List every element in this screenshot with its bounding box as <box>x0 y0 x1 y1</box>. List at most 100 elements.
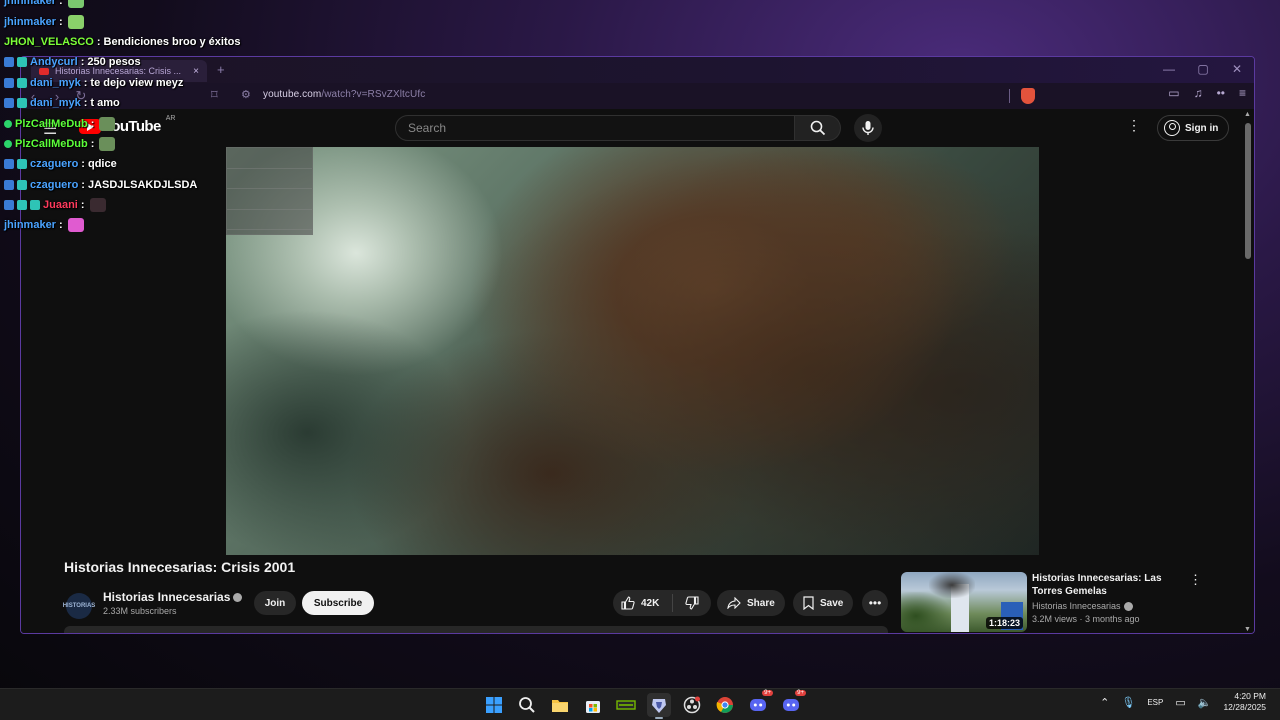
video-player[interactable] <box>226 147 1039 555</box>
search-placeholder: Search <box>408 121 447 135</box>
like-dislike-group: 42K <box>613 590 711 616</box>
save-playlist-icon <box>803 596 814 610</box>
notification-badge: 9+ <box>762 690 773 696</box>
recommended-meta: 3.2M views · 3 months ago <box>1032 614 1140 624</box>
tray-overflow-icon[interactable]: ⌃ <box>1100 696 1109 709</box>
chat-username[interactable]: jhinmaker <box>4 0 56 7</box>
like-count: 42K <box>641 597 660 609</box>
search-input[interactable]: Search <box>395 115 795 141</box>
dislike-button[interactable] <box>673 596 711 610</box>
channel-name[interactable]: Historias Innecesarias <box>103 590 243 604</box>
chat-message: jhinmaker : <box>0 0 320 11</box>
chat-username[interactable]: PlzCallMeDub <box>15 138 88 150</box>
recommended-channel[interactable]: Historias Innecesarias <box>1032 601 1133 612</box>
microsoft-store[interactable] <box>581 693 605 717</box>
chat-text: qdice <box>87 158 117 171</box>
nvidia-app[interactable] <box>614 693 638 717</box>
close-window-button[interactable]: ✕ <box>1220 57 1254 83</box>
chat-message: Andycurl :250 pesos <box>0 52 320 72</box>
discord-app[interactable]: 9+ <box>746 690 773 717</box>
chrome-icon <box>716 697 733 713</box>
settings-more-icon[interactable]: ⋮ <box>1127 117 1141 134</box>
clock[interactable]: 4:20 PM 12/28/2025 <box>1223 691 1266 713</box>
chat-text: t amo <box>90 97 120 110</box>
chat-text: JASDJLSAKDJLSDA <box>87 178 198 191</box>
like-button[interactable]: 42K <box>613 594 673 612</box>
more-actions-button[interactable]: ••• <box>862 590 888 616</box>
video-title: Historias Innecesarias: Crisis 2001 <box>64 559 296 575</box>
chat-username[interactable]: dani_myk <box>30 77 81 89</box>
clock-date: 12/28/2025 <box>1223 702 1266 712</box>
subscribe-button[interactable]: Subscribe <box>302 591 374 615</box>
volume-icon[interactable]: 🔈 <box>1198 696 1212 709</box>
chat-username[interactable]: JHON_VELASCO <box>4 36 94 48</box>
chat-emote-icon <box>99 136 116 151</box>
brave-browser[interactable] <box>647 693 671 719</box>
notification-badge: 9+ <box>795 690 806 696</box>
chat-username[interactable]: Juaani <box>43 199 78 211</box>
start-button[interactable] <box>482 693 506 717</box>
chat-emote-icon <box>67 218 84 233</box>
recommended-more-icon[interactable]: ⋮ <box>1189 572 1202 588</box>
sign-in-button[interactable]: Sign in <box>1157 115 1229 141</box>
recommended-thumbnail[interactable]: 1:18:23 <box>901 572 1027 632</box>
video-duration: 1:18:23 <box>985 617 1023 629</box>
chat-badge-icon <box>30 200 40 211</box>
search-button[interactable] <box>795 115 841 141</box>
recording-app[interactable] <box>680 693 704 717</box>
microphone-icon <box>862 121 874 135</box>
microphone-icon[interactable]: 🎙 <box>1121 696 1135 709</box>
chat-username[interactable]: dani_myk <box>30 97 81 109</box>
channel-avatar[interactable]: HISTORIAS <box>63 593 95 619</box>
discord-app-2[interactable]: 9+ <box>779 690 806 717</box>
chrome-browser[interactable] <box>713 693 737 717</box>
network-icon[interactable]: ▭ <box>1175 696 1185 709</box>
scroll-up-icon[interactable]: ▲ <box>1244 111 1251 118</box>
description-box[interactable] <box>64 626 888 633</box>
share-button[interactable]: Share <box>717 590 785 616</box>
url-path: /watch?v=RSvZXltcUfc <box>321 89 426 100</box>
toolbar-right: ▭ ♫ •• ≡ <box>1168 86 1246 100</box>
chat-username[interactable]: czaguero <box>30 179 78 191</box>
chat-separator: : <box>58 0 63 8</box>
voice-search-button[interactable] <box>854 114 882 142</box>
menu-icon[interactable]: ≡ <box>1239 86 1246 100</box>
chat-badge-icon <box>17 200 27 211</box>
chat-badge-icon <box>4 200 14 211</box>
gpu-icon <box>616 700 636 710</box>
taskbar-search[interactable] <box>515 693 539 717</box>
chat-username[interactable]: Andycurl <box>30 56 78 68</box>
chat-badge-icon <box>17 77 27 88</box>
language-indicator[interactable]: ESP <box>1147 698 1163 707</box>
file-explorer[interactable] <box>548 693 572 717</box>
chat-username[interactable]: jhinmaker <box>4 16 56 28</box>
join-button[interactable]: Join <box>254 591 296 615</box>
scroll-down-icon[interactable]: ▼ <box>1244 626 1251 633</box>
chat-message: JHON_VELASCO : Bendiciones broo y éxitos <box>0 32 320 52</box>
scrollbar-thumb[interactable] <box>1245 123 1251 259</box>
chat-username[interactable]: jhinmaker <box>4 219 56 231</box>
save-button[interactable]: Save <box>793 590 854 616</box>
share-label: Share <box>747 597 775 609</box>
taskbar-apps: 9+ 9+ <box>482 690 806 719</box>
chat-username[interactable]: czaguero <box>30 158 78 170</box>
minimize-button[interactable]: — <box>1152 57 1186 83</box>
store-icon <box>586 701 600 713</box>
chat-message: dani_myk :t amo <box>0 93 320 113</box>
page-scrollbar[interactable]: ▲ ▼ <box>1241 109 1254 633</box>
sidebar-icon[interactable]: ▭ <box>1168 86 1179 100</box>
maximize-button[interactable]: ▢ <box>1186 57 1220 83</box>
thumbs-down-icon <box>685 596 699 610</box>
account-icon <box>1164 120 1180 136</box>
more-icon: ••• <box>868 596 882 610</box>
music-icon[interactable]: ♫ <box>1194 86 1203 100</box>
chat-badge-icon <box>4 179 14 190</box>
brave-shield-icon[interactable] <box>1021 88 1035 104</box>
verified-icon <box>1123 602 1133 612</box>
chat-separator: : <box>90 137 95 150</box>
extensions-icon[interactable]: •• <box>1217 86 1225 100</box>
chat-username[interactable]: PlzCallMeDub <box>15 118 88 130</box>
chat-message: Juaani : <box>0 195 320 215</box>
recommended-title[interactable]: Historias Innecesarias: Las Torres Gemel… <box>1032 572 1172 598</box>
chat-separator: : <box>58 219 63 232</box>
